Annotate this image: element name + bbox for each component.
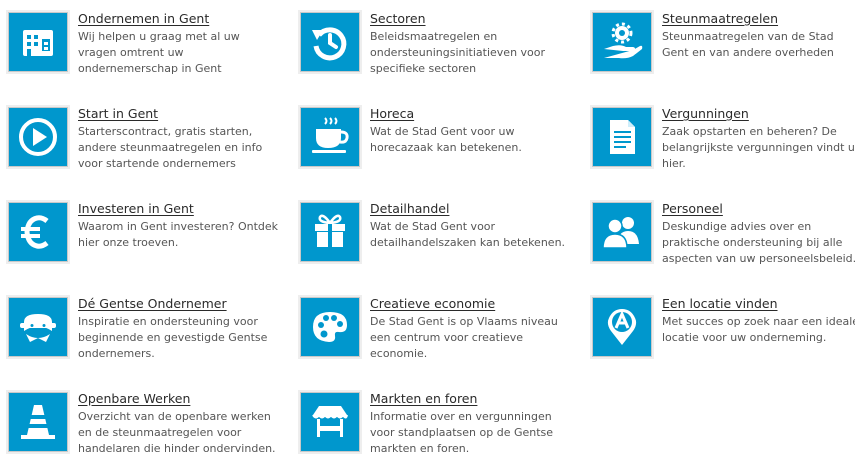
tile-description: Met succes op zoek naar een ideale locat… (662, 315, 855, 344)
play-circle-icon[interactable] (8, 107, 68, 167)
tile-title[interactable]: Horeca (370, 106, 414, 121)
history-arrow-icon[interactable] (300, 12, 360, 72)
tile-title[interactable]: Ondernemen in Gent (78, 11, 209, 26)
tile-title[interactable]: Detailhandel (370, 201, 449, 216)
tile-personeel[interactable]: Personeel Deskundige advies over en prak… (592, 201, 855, 282)
tile-description: Overzicht van de openbare werken en de s… (78, 410, 276, 455)
tile-description: Informatie over en vergunningen voor sta… (370, 410, 554, 455)
tile-title[interactable]: Vergunningen (662, 106, 749, 121)
tile-description: Starterscontract, gratis starten, andere… (78, 125, 263, 170)
people-icon[interactable] (592, 202, 652, 262)
tile-vergunningen[interactable]: Vergunningen Zaak opstarten en beheren? … (592, 106, 855, 187)
tile-description: Wij helpen u graag met al uw vragen omtr… (78, 30, 240, 75)
tile-description: Steunmaatregelen van de Stad Gent en van… (662, 30, 834, 59)
tile-investeren-in-gent[interactable]: Investeren in Gent Waarom in Gent invest… (8, 201, 279, 282)
tile-title[interactable]: Dé Gentse Ondernemer (78, 296, 227, 311)
coffee-cup-icon[interactable] (300, 107, 360, 167)
tile-detailhandel[interactable]: Detailhandel Wat de Stad Gent voor detai… (300, 201, 570, 282)
office-building-icon[interactable] (8, 12, 68, 72)
tile-markten-en-foren[interactable]: Markten en foren Informatie over en verg… (300, 391, 570, 472)
euro-icon[interactable] (8, 202, 68, 262)
masked-figure-icon[interactable] (8, 297, 68, 357)
tile-description: De Stad Gent is op Vlaams niveau een cen… (370, 315, 558, 360)
tile-description: Deskundige advies over en praktische ond… (662, 220, 855, 265)
tile-start-in-gent[interactable]: Start in Gent Starterscontract, gratis s… (8, 106, 278, 187)
tile-description: Inspiratie en ondersteuning voor beginne… (78, 315, 268, 360)
tile-title[interactable]: Sectoren (370, 11, 426, 26)
tile-creatieve-economie[interactable]: Creatieve economie De Stad Gent is op Vl… (300, 296, 570, 377)
tile-title[interactable]: Personeel (662, 201, 723, 216)
gift-icon[interactable] (300, 202, 360, 262)
market-stall-icon[interactable] (300, 392, 360, 452)
tile-title[interactable]: Steunmaatregelen (662, 11, 778, 26)
tile-description: Waarom in Gent investeren? Ontdek hier o… (78, 220, 279, 249)
tile-title[interactable]: Investeren in Gent (78, 201, 194, 216)
tile-ondernemen-in-gent[interactable]: Ondernemen in Gent Wij helpen u graag me… (8, 11, 278, 92)
hand-gear-icon[interactable] (592, 12, 652, 72)
tile-description: Wat de Stad Gent voor detailhandelszaken… (370, 220, 566, 249)
tile-title[interactable]: Openbare Werken (78, 391, 190, 406)
tile-horeca[interactable]: Horeca Wat de Stad Gent voor uw horecaza… (300, 106, 570, 187)
tile-description: Beleidsmaatregelen en ondersteuningsinit… (370, 30, 546, 75)
tile-title[interactable]: Markten en foren (370, 391, 477, 406)
tile-title[interactable]: Creatieve economie (370, 296, 495, 311)
tile-een-locatie-vinden[interactable]: Een locatie vinden Met succes op zoek na… (592, 296, 855, 377)
tile-description: Wat de Stad Gent voor uw horecazaak kan … (370, 125, 522, 154)
tile-title[interactable]: Start in Gent (78, 106, 158, 121)
tile-title[interactable]: Een locatie vinden (662, 296, 778, 311)
tile-sectoren[interactable]: Sectoren Beleidsmaatregelen en ondersteu… (300, 11, 570, 92)
document-icon[interactable] (592, 107, 652, 167)
tile-de-gentse-ondernemer[interactable]: Dé Gentse Ondernemer Inspiratie en onder… (8, 296, 278, 377)
traffic-cone-icon[interactable] (8, 392, 68, 452)
tile-description: Zaak opstarten en beheren? De belangrijk… (662, 125, 855, 170)
palette-icon[interactable] (300, 297, 360, 357)
tile-openbare-werken[interactable]: Openbare Werken Overzicht van de openbar… (8, 391, 278, 472)
tile-steunmaatregelen[interactable]: Steunmaatregelen Steunmaatregelen van de… (592, 11, 855, 92)
location-pin-icon[interactable] (592, 297, 652, 357)
